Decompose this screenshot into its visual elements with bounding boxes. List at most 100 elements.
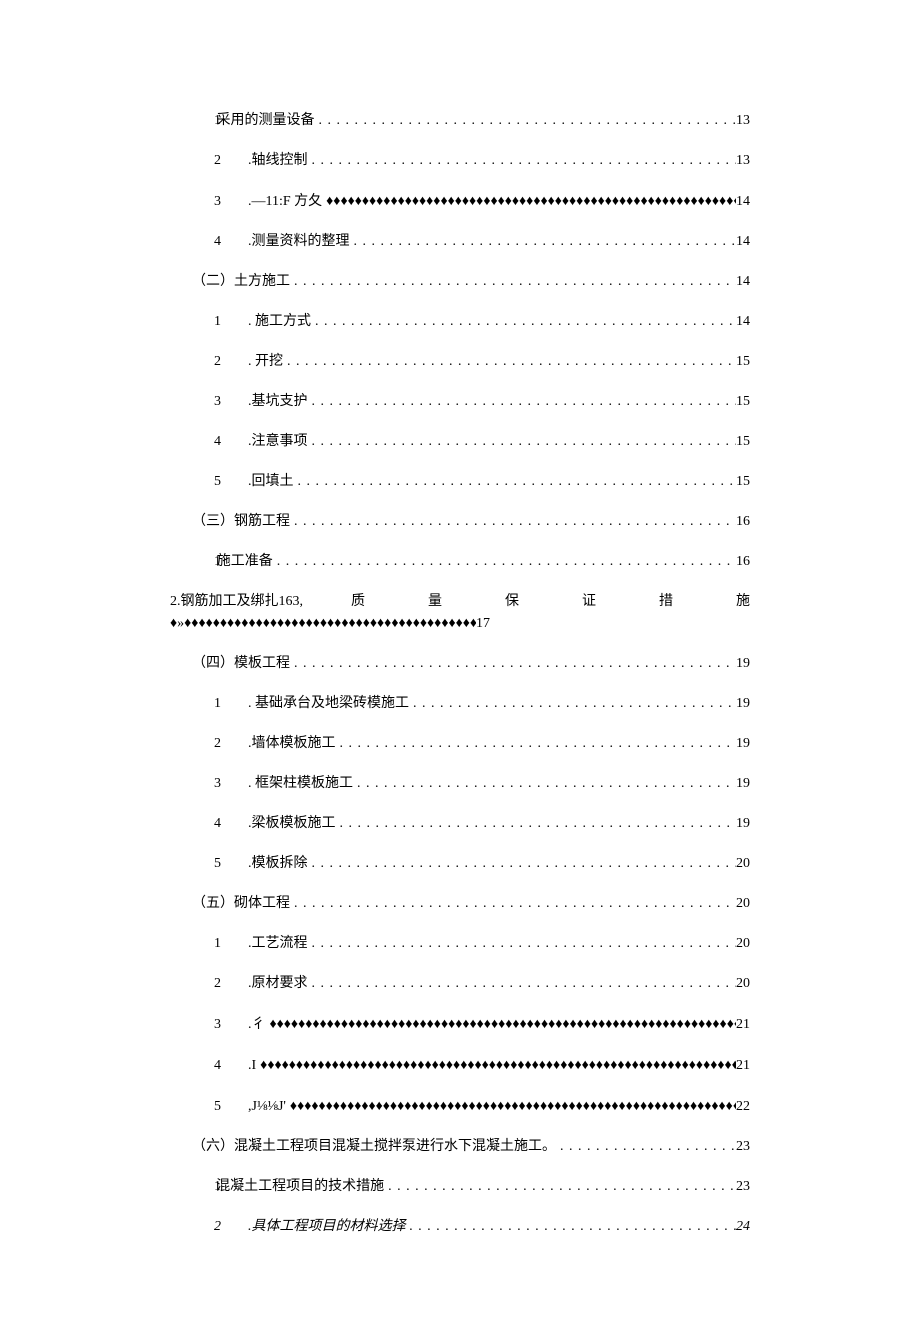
toc-label: .梁板模板施工 bbox=[248, 813, 336, 834]
toc-leader: . . . . . . . . . . . . . . . . . . . . … bbox=[315, 110, 736, 131]
toc-label: 混凝土工程项目的技术措施 bbox=[216, 1176, 384, 1197]
toc-label: .具体工程项目的材料选择 bbox=[248, 1216, 406, 1237]
toc-entry: （六）混凝土工程项目混凝土搅拌泵进行水下混凝土施工。 . . . . . . .… bbox=[170, 1136, 750, 1157]
toc-label: （五）砌体工程 bbox=[192, 893, 290, 914]
toc-page-number: 19 bbox=[736, 813, 750, 834]
toc-label: .工艺流程 bbox=[248, 933, 308, 954]
toc-page-number: 20 bbox=[736, 853, 750, 874]
toc-leader: . . . . . . . . . . . . . . . . . . . . … bbox=[409, 693, 736, 714]
toc-leader: . . . . . . . . . . . . . . . . . . . . … bbox=[308, 933, 737, 954]
toc-leader: ♦♦♦♦♦♦♦♦♦♦♦♦♦♦♦♦♦♦♦♦♦♦♦♦♦♦♦♦♦♦♦♦♦♦♦♦♦♦♦♦… bbox=[256, 1054, 736, 1075]
toc-number: 3 bbox=[214, 1014, 248, 1035]
toc-leader: ♦♦♦♦♦♦♦♦♦♦♦♦♦♦♦♦♦♦♦♦♦♦♦♦♦♦♦♦♦♦♦♦♦♦♦♦♦♦♦♦… bbox=[286, 1095, 736, 1116]
toc-entry: 1施工准备 . . . . . . . . . . . . . . . . . … bbox=[170, 551, 750, 572]
toc-number: 4 bbox=[214, 431, 248, 452]
toc-entry: 1. 基础承台及地梁砖模施工 . . . . . . . . . . . . .… bbox=[170, 693, 750, 714]
toc-entry: 4.梁板模板施工 . . . . . . . . . . . . . . . .… bbox=[170, 813, 750, 834]
toc-leader: . . . . . . . . . . . . . . . . . . . . … bbox=[283, 351, 736, 372]
toc-leader-prefix: ♦» bbox=[170, 613, 184, 634]
toc-number: 4 bbox=[214, 231, 248, 252]
toc-label: ,J⅛⅛J' bbox=[248, 1096, 286, 1117]
toc-leader: . . . . . . . . . . . . . . . . . . . . … bbox=[350, 231, 737, 252]
toc-leader: . . . . . . . . . . . . . . . . . . . . … bbox=[290, 653, 736, 674]
toc-page-number: 23 bbox=[736, 1176, 750, 1197]
toc-list-2: （四）模板工程 . . . . . . . . . . . . . . . . … bbox=[170, 653, 750, 1237]
toc-label: .彳 bbox=[248, 1014, 266, 1035]
toc-page-number: 14 bbox=[736, 231, 750, 252]
toc-leader: . . . . . . . . . . . . . . . . . . . . … bbox=[290, 271, 736, 292]
toc-page-number: 21 bbox=[736, 1014, 750, 1035]
toc-label: 采用的测量设备 bbox=[217, 110, 315, 131]
toc-label: （二）土方施工 bbox=[192, 271, 290, 292]
toc-label: .模板拆除 bbox=[248, 853, 308, 874]
toc-number: 1 bbox=[214, 693, 248, 714]
toc-leader: . . . . . . . . . . . . . . . . . . . . … bbox=[336, 813, 737, 834]
toc-label: 2.钢筋加工及绑扎163, bbox=[170, 591, 303, 612]
toc-entry: 2. 开挖 . . . . . . . . . . . . . . . . . … bbox=[170, 351, 750, 372]
toc-page-number: 15 bbox=[736, 471, 750, 492]
toc-page-number: 15 bbox=[736, 431, 750, 452]
toc-label: （三）钢筋工程 bbox=[192, 511, 290, 532]
toc-leader: . . . . . . . . . . . . . . . . . . . . … bbox=[290, 511, 736, 532]
toc-wrapped-entry: 2.钢筋加工及绑扎163, 质量保证措施 ♦» ♦♦♦♦♦♦♦♦♦♦♦♦♦♦♦♦… bbox=[170, 591, 750, 634]
toc-page-number: 15 bbox=[736, 351, 750, 372]
toc-entry: 2.轴线控制 . . . . . . . . . . . . . . . . .… bbox=[170, 150, 750, 171]
toc-leader: . . . . . . . . . . . . . . . . . . . . … bbox=[308, 853, 737, 874]
toc-label: . 施工方式 bbox=[248, 311, 311, 332]
toc-leader: . . . . . . . . . . . . . . . . . . . . … bbox=[294, 471, 737, 492]
toc-page-number: 19 bbox=[736, 773, 750, 794]
toc-entry: 5.回填土 . . . . . . . . . . . . . . . . . … bbox=[170, 471, 750, 492]
toc-page-number: 22 bbox=[736, 1096, 750, 1117]
toc-leader: ♦♦♦♦♦♦♦♦♦♦♦♦♦♦♦♦♦♦♦♦♦♦♦♦♦♦♦♦♦♦♦♦♦♦♦♦♦♦♦♦… bbox=[184, 612, 476, 633]
toc-label: 质量保证措施 bbox=[303, 591, 750, 612]
toc-label: .墙体模板施工 bbox=[248, 733, 336, 754]
toc-label: .回填土 bbox=[248, 471, 294, 492]
toc-entry: 2.原材要求 . . . . . . . . . . . . . . . . .… bbox=[170, 973, 750, 994]
toc-entry: 3.基坑支护 . . . . . . . . . . . . . . . . .… bbox=[170, 391, 750, 412]
toc-entry: 3.—11:F 方夂♦♦♦♦♦♦♦♦♦♦♦♦♦♦♦♦♦♦♦♦♦♦♦♦♦♦♦♦♦♦… bbox=[170, 190, 750, 212]
toc-label: .注意事项 bbox=[248, 431, 308, 452]
toc-leader: . . . . . . . . . . . . . . . . . . . . … bbox=[273, 551, 736, 572]
toc-entry: 5,J⅛⅛J'♦♦♦♦♦♦♦♦♦♦♦♦♦♦♦♦♦♦♦♦♦♦♦♦♦♦♦♦♦♦♦♦♦… bbox=[170, 1095, 750, 1117]
toc-leader: . . . . . . . . . . . . . . . . . . . . … bbox=[290, 893, 736, 914]
toc-label: . 开挖 bbox=[248, 351, 283, 372]
toc-number: 1 bbox=[214, 311, 248, 332]
toc-page-number: 20 bbox=[736, 973, 750, 994]
toc-number: 2 bbox=[214, 150, 248, 171]
toc-number: 3 bbox=[214, 391, 248, 412]
toc-label: .I bbox=[248, 1055, 256, 1076]
toc-entry: 5.模板拆除 . . . . . . . . . . . . . . . . .… bbox=[170, 853, 750, 874]
toc-entry: 1.工艺流程 . . . . . . . . . . . . . . . . .… bbox=[170, 933, 750, 954]
toc-page-number: 23 bbox=[736, 1136, 750, 1157]
toc-leader: ♦♦♦♦♦♦♦♦♦♦♦♦♦♦♦♦♦♦♦♦♦♦♦♦♦♦♦♦♦♦♦♦♦♦♦♦♦♦♦♦… bbox=[322, 190, 736, 211]
toc-page-number: 17 bbox=[476, 613, 490, 634]
toc-label: （四）模板工程 bbox=[192, 653, 290, 674]
toc-page-number: 14 bbox=[736, 271, 750, 292]
toc-entry: 4.注意事项 . . . . . . . . . . . . . . . . .… bbox=[170, 431, 750, 452]
toc-page-number: 24 bbox=[736, 1216, 750, 1237]
toc-entry: 1混凝土工程项目的技术措施 . . . . . . . . . . . . . … bbox=[170, 1176, 750, 1197]
toc-page-number: 21 bbox=[736, 1055, 750, 1076]
toc-entry: 3.彳♦♦♦♦♦♦♦♦♦♦♦♦♦♦♦♦♦♦♦♦♦♦♦♦♦♦♦♦♦♦♦♦♦♦♦♦♦… bbox=[170, 1013, 750, 1035]
toc-number: 5 bbox=[214, 471, 248, 492]
toc-number: 1 bbox=[214, 933, 248, 954]
toc-entry: （五）砌体工程 . . . . . . . . . . . . . . . . … bbox=[170, 893, 750, 914]
toc-number: 2 bbox=[214, 351, 248, 372]
toc-entry: 3. 框架柱模板施工 . . . . . . . . . . . . . . .… bbox=[170, 773, 750, 794]
toc-label: .原材要求 bbox=[248, 973, 308, 994]
toc-entry: 4.I♦♦♦♦♦♦♦♦♦♦♦♦♦♦♦♦♦♦♦♦♦♦♦♦♦♦♦♦♦♦♦♦♦♦♦♦♦… bbox=[170, 1054, 750, 1076]
toc-entry: （三）钢筋工程 . . . . . . . . . . . . . . . . … bbox=[170, 511, 750, 532]
toc-number: 4 bbox=[214, 1055, 248, 1076]
toc-number: 3 bbox=[214, 191, 248, 212]
toc-number: 3 bbox=[214, 773, 248, 794]
toc-page-number: 19 bbox=[736, 693, 750, 714]
toc-entry: 1采用的测量设备 . . . . . . . . . . . . . . . .… bbox=[170, 110, 750, 131]
toc-page-number: 14 bbox=[736, 311, 750, 332]
toc-entry: （四）模板工程 . . . . . . . . . . . . . . . . … bbox=[170, 653, 750, 674]
toc-leader: . . . . . . . . . . . . . . . . . . . . … bbox=[353, 773, 736, 794]
toc-page-number: 16 bbox=[736, 551, 750, 572]
toc-label: .—11:F 方夂 bbox=[248, 191, 322, 212]
toc-page-number: 16 bbox=[736, 511, 750, 532]
toc-label: .轴线控制 bbox=[248, 150, 308, 171]
toc-leader: . . . . . . . . . . . . . . . . . . . . … bbox=[384, 1176, 736, 1197]
